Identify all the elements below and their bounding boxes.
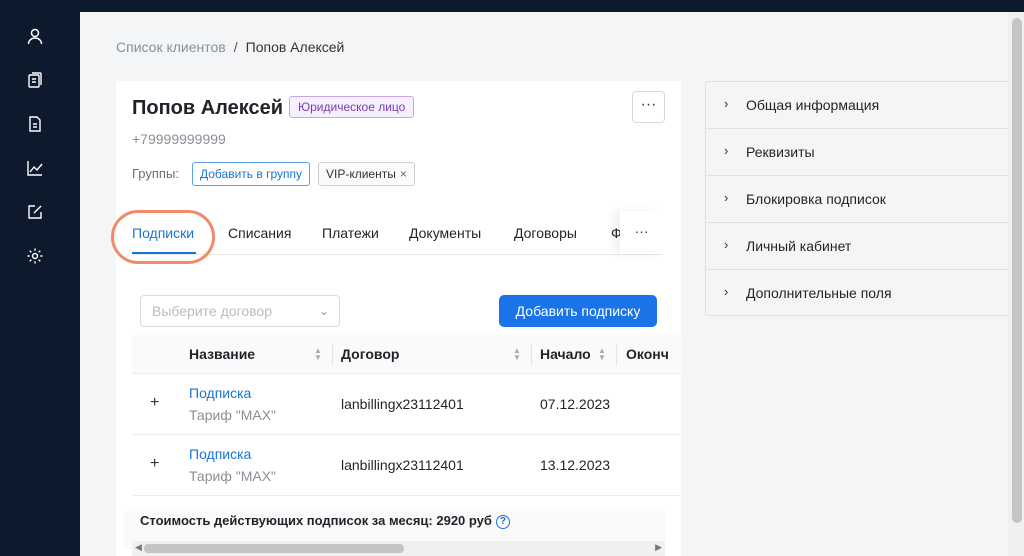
accordion-item-requisites[interactable]: › Реквизиты <box>706 129 1008 176</box>
subscription-start-date: 13.12.2023 <box>540 457 611 473</box>
sidebar <box>0 0 80 556</box>
column-header-end[interactable]: Оконч <box>626 335 669 374</box>
chevron-down-icon: ⌄ <box>318 304 329 318</box>
highlight-annotation <box>111 210 215 264</box>
cost-summary-text: Стоимость действующих подписок за месяц:… <box>140 513 492 528</box>
chevron-right-icon: › <box>724 284 729 299</box>
subscriptions-table: Название ▲ ▼ Договор ▲ ▼ Начало ▲ ▼ Оконч +… <box>132 335 681 496</box>
client-name: Попов Алексей <box>132 97 284 119</box>
chevron-right-icon: › <box>724 96 729 111</box>
accordion-label: Общая информация <box>746 97 880 113</box>
contract-select[interactable]: Выберите договор ⌄ <box>140 295 340 327</box>
tabs-more-button[interactable]: ··· <box>620 211 663 254</box>
more-actions-button[interactable]: ··· <box>632 91 665 123</box>
close-icon[interactable]: × <box>400 167 407 181</box>
tab-payments[interactable]: Платежи <box>322 225 379 241</box>
column-header-start[interactable]: Начало <box>540 335 591 374</box>
column-separator <box>332 343 333 366</box>
add-subscription-button[interactable]: Добавить подписку <box>499 295 657 327</box>
contract-select-placeholder: Выберите договор <box>152 303 272 319</box>
user-icon[interactable] <box>24 25 46 47</box>
expand-row-icon[interactable]: + <box>150 394 159 412</box>
accordion-label: Дополнительные поля <box>746 285 892 301</box>
subscription-tariff: Тариф "MAX" <box>189 468 277 484</box>
accordion-label: Реквизиты <box>746 144 815 160</box>
column-header-name[interactable]: Название <box>189 335 255 374</box>
accordion-item-subscription-block[interactable]: › Блокировка подписок <box>706 176 1008 223</box>
scroll-right-icon[interactable]: ▶ <box>655 542 662 553</box>
column-separator <box>531 343 532 366</box>
accordion-label: Личный кабинет <box>746 238 852 254</box>
chart-icon[interactable] <box>24 157 46 179</box>
table-header: Название ▲ ▼ Договор ▲ ▼ Начало ▲ ▼ Оконч <box>132 335 681 374</box>
accordion-item-additional-fields[interactable]: › Дополнительные поля <box>706 270 1008 315</box>
subscription-contract: lanbillingx23112401 <box>341 457 464 473</box>
help-icon[interactable]: ? <box>495 514 510 529</box>
breadcrumb-separator: / <box>233 39 238 55</box>
add-to-group-button[interactable]: Добавить в группу <box>192 162 310 186</box>
subscription-link[interactable]: Подписка <box>189 446 251 462</box>
clipboard-icon[interactable] <box>24 69 46 91</box>
column-separator <box>616 343 617 366</box>
table-scrollbar-thumb[interactable] <box>144 544 404 553</box>
client-type-badge: Юридическое лицо <box>289 96 415 118</box>
chevron-right-icon: › <box>724 190 729 205</box>
subscription-contract: lanbillingx23112401 <box>341 396 464 412</box>
expand-row-icon[interactable]: + <box>150 455 159 473</box>
sort-icon[interactable]: ▲ ▼ <box>598 347 606 362</box>
scroll-left-icon[interactable]: ◀ <box>135 542 142 553</box>
breadcrumb-parent[interactable]: Список клиентов <box>116 39 226 55</box>
table-horizontal-scrollbar[interactable]: ◀ ▶ <box>132 541 665 556</box>
edit-icon[interactable] <box>24 201 46 223</box>
groups-label: Группы: <box>132 166 179 181</box>
page-scrollbar[interactable] <box>1008 12 1024 556</box>
top-bar <box>80 0 1024 12</box>
accordion-label: Блокировка подписок <box>746 191 886 207</box>
sort-icon[interactable]: ▲ ▼ <box>314 347 322 362</box>
subscription-tariff: Тариф "MAX" <box>189 407 277 423</box>
subscription-start-date: 07.12.2023 <box>540 396 611 412</box>
client-card: Попов Алексей Юридическое лицо ··· +7999… <box>116 81 681 556</box>
info-accordion: › Общая информация › Реквизиты › Блокиро… <box>705 81 1008 316</box>
group-tag-label: VIP-клиенты <box>326 167 396 181</box>
table-row: + Подписка Тариф "MAX" lanbillingx231124… <box>132 374 681 435</box>
breadcrumb: Список клиентов / Попов Алексей <box>116 39 344 55</box>
page-scrollbar-thumb[interactable] <box>1012 18 1022 523</box>
chevron-right-icon: › <box>724 237 729 252</box>
tab-contracts[interactable]: Договоры <box>514 225 577 241</box>
chevron-right-icon: › <box>724 143 729 158</box>
breadcrumb-current: Попов Алексей <box>245 39 345 55</box>
group-tag-vip: VIP-клиенты × <box>318 162 415 186</box>
table-row: + Подписка Тариф "MAX" lanbillingx231124… <box>132 435 681 496</box>
document-icon[interactable] <box>24 113 46 135</box>
accordion-item-personal-account[interactable]: › Личный кабинет <box>706 223 1008 270</box>
gear-icon[interactable] <box>24 245 46 267</box>
tab-charges[interactable]: Списания <box>228 225 291 241</box>
tab-documents[interactable]: Документы <box>409 225 481 241</box>
client-phone: +79999999999 <box>132 131 226 147</box>
column-header-contract[interactable]: Договор <box>341 335 399 374</box>
subscription-link[interactable]: Подписка <box>189 385 251 401</box>
accordion-item-general-info[interactable]: › Общая информация <box>706 82 1008 129</box>
sort-icon[interactable]: ▲ ▼ <box>513 347 521 362</box>
